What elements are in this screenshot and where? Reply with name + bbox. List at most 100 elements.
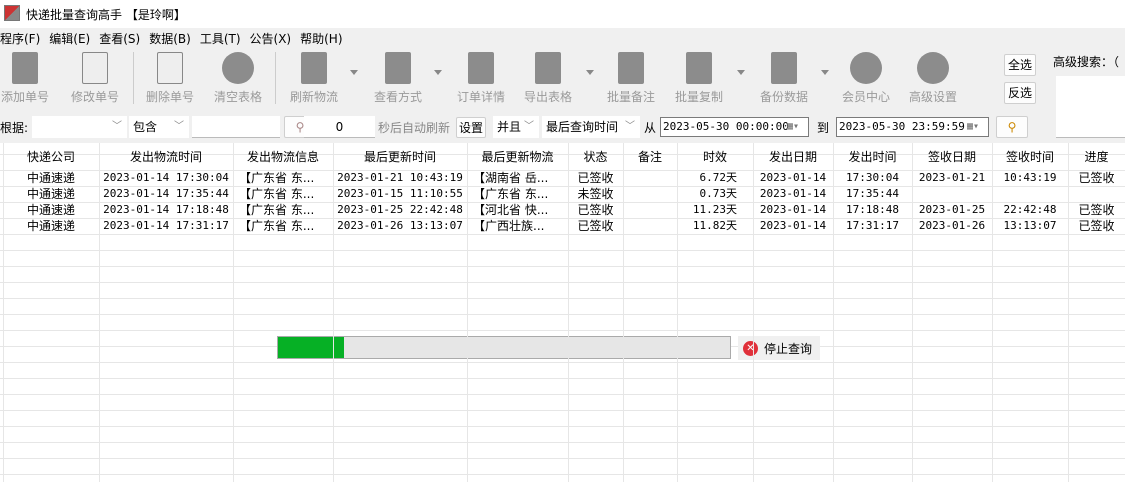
table-cell: 【广西壮族... <box>473 219 545 233</box>
menu-item-1[interactable]: 编辑(E) <box>49 30 90 48</box>
table-cell: 17:31:17 <box>846 219 899 232</box>
table-cell: 已签收 <box>1078 171 1115 185</box>
column-header[interactable]: 发出日期 <box>753 148 833 165</box>
chevron-down-icon: ﹀ <box>524 121 534 132</box>
table-cell: 2023-01-25 <box>918 203 986 216</box>
table-cell: 【广东省 东... <box>239 219 315 233</box>
toolbar-button-11[interactable]: 会员中心 <box>834 52 898 105</box>
menu-item-0[interactable]: 程序(F) <box>0 30 40 48</box>
column-header[interactable]: 状态 <box>568 148 623 165</box>
toolbar-button-8[interactable]: 批量备注 <box>599 52 663 105</box>
refresh-seconds-input[interactable]: 0 <box>304 116 375 138</box>
table-cell <box>623 218 677 234</box>
dropdown-arrow-icon[interactable] <box>737 70 745 75</box>
dropdown-arrow-icon[interactable] <box>821 70 829 75</box>
edit-pencil-icon <box>82 52 108 84</box>
keyword-input[interactable] <box>192 116 280 138</box>
to-datetime-picker[interactable]: 2023-05-30 23:59:59 ▦▾ <box>836 117 989 137</box>
time-field-value: 最后查询时间 <box>546 120 619 134</box>
column-header[interactable]: 签收日期 <box>912 148 992 165</box>
table-cell <box>623 202 677 218</box>
toolbar-button-0[interactable]: 添加单号 <box>0 52 57 105</box>
set-button[interactable]: 设置 <box>456 117 486 138</box>
toolbar-button-12[interactable]: 高级设置 <box>901 52 965 105</box>
select-all-button[interactable]: 全选 <box>1004 54 1036 76</box>
table-cell: 2023-01-14 17:31:17 <box>103 219 229 232</box>
column-header[interactable]: 签收时间 <box>992 148 1068 165</box>
column-divider <box>833 143 834 482</box>
table-cell: 未签收 <box>577 187 614 201</box>
to-label: 到 <box>817 121 830 135</box>
from-datetime-picker[interactable]: 2023-05-30 00:00:00 ▦▾ <box>660 117 809 137</box>
stop-query-button[interactable]: ✕ 停止查询 <box>738 336 820 360</box>
column-header[interactable]: 快递公司 <box>3 148 99 165</box>
column-header[interactable]: 最后更新物流 <box>467 148 568 165</box>
menu-item-3[interactable]: 数据(B) <box>149 30 191 48</box>
copy-icon <box>686 52 712 84</box>
table-cell: 2023-01-14 17:35:44 <box>103 187 229 200</box>
menu-item-6[interactable]: 帮助(H) <box>300 30 342 48</box>
order-detail-icon <box>468 52 494 84</box>
filter-field-select[interactable]: ﹀ <box>32 116 127 138</box>
column-header[interactable]: 进度 <box>1068 148 1125 165</box>
logic-select[interactable]: 并且 ﹀ <box>493 116 539 138</box>
table-cell: 2023-01-26 13:13:07 <box>337 219 463 232</box>
table-cell: 【广东省 东... <box>473 187 549 201</box>
toolbar-button-3[interactable]: 清空表格 <box>206 52 270 105</box>
table-cell: 17:30:04 <box>846 171 899 184</box>
time-field-select[interactable]: 最后查询时间 ﹀ <box>542 116 640 138</box>
table-cell <box>992 186 1068 202</box>
invert-select-button[interactable]: 反选 <box>1004 82 1036 104</box>
table-cell <box>623 170 677 186</box>
column-header[interactable]: 发出时间 <box>833 148 912 165</box>
toolbar-button-4[interactable]: 刷新物流 <box>282 52 346 105</box>
table-cell: 【湖南省 岳... <box>473 171 549 185</box>
column-header[interactable]: 时效 <box>677 148 753 165</box>
export-icon <box>535 52 561 84</box>
clock-icon <box>850 52 882 84</box>
toolbar-button-9[interactable]: 批量复制 <box>667 52 731 105</box>
column-divider <box>912 143 913 482</box>
column-header[interactable]: 发出物流信息 <box>233 148 333 165</box>
calendar-icon[interactable]: ▦▾ <box>967 121 985 133</box>
column-header[interactable]: 最后更新时间 <box>333 148 467 165</box>
table-cell <box>912 186 992 202</box>
toolbar-button-2[interactable]: 删除单号 <box>138 52 202 105</box>
menu-item-5[interactable]: 公告(X) <box>250 30 292 48</box>
toolbar-button-5[interactable]: 查看方式 <box>366 52 430 105</box>
date-search-button[interactable]: ⚲ <box>996 116 1028 138</box>
column-divider <box>677 143 678 482</box>
menu-item-4[interactable]: 工具(T) <box>200 30 241 48</box>
menu-item-2[interactable]: 查看(S) <box>99 30 140 48</box>
table-cell: 13:13:07 <box>1003 219 1057 232</box>
toolbar-button-1[interactable]: 修改单号 <box>63 52 127 105</box>
query-progress-bar <box>277 336 731 359</box>
stop-query-label: 停止查询 <box>764 341 813 356</box>
table-cell: 6.72天 <box>699 171 738 184</box>
settings-icon <box>917 52 949 84</box>
column-header[interactable]: 备注 <box>623 148 677 165</box>
filter-by-label: 根据: <box>0 121 29 135</box>
calendar-icon[interactable]: ▦▾ <box>787 121 805 133</box>
dropdown-arrow-icon[interactable] <box>434 70 442 75</box>
from-datetime-value: 2023-05-30 00:00:00 <box>663 120 789 133</box>
toolbar-button-10[interactable]: 备份数据 <box>752 52 816 105</box>
clear-x-icon <box>222 52 254 84</box>
toolbar-label: 删除单号 <box>145 90 194 104</box>
table-cell: 中通速递 <box>26 187 75 201</box>
table-cell: 2023-01-15 11:10:55 <box>337 187 463 200</box>
advanced-search-input[interactable] <box>1056 76 1125 138</box>
toolbar-label: 批量备注 <box>606 90 655 104</box>
window-title: 快递批量查询高手 【是玲啊】 <box>26 8 186 22</box>
toolbar-label: 批量复制 <box>674 90 723 104</box>
dropdown-arrow-icon[interactable] <box>586 70 594 75</box>
match-mode-select[interactable]: 包含 ﹀ <box>129 116 189 138</box>
dropdown-arrow-icon[interactable] <box>350 70 358 75</box>
toolbar-button-6[interactable]: 订单详情 <box>449 52 513 105</box>
toolbar-button-7[interactable]: 导出表格 <box>516 52 580 105</box>
column-divider <box>233 143 234 482</box>
toolbar-label: 查看方式 <box>373 90 422 104</box>
table-cell: 中通速递 <box>26 203 75 217</box>
table-cell: 10:43:19 <box>1003 171 1057 184</box>
column-header[interactable]: 发出物流时间 <box>99 148 233 165</box>
